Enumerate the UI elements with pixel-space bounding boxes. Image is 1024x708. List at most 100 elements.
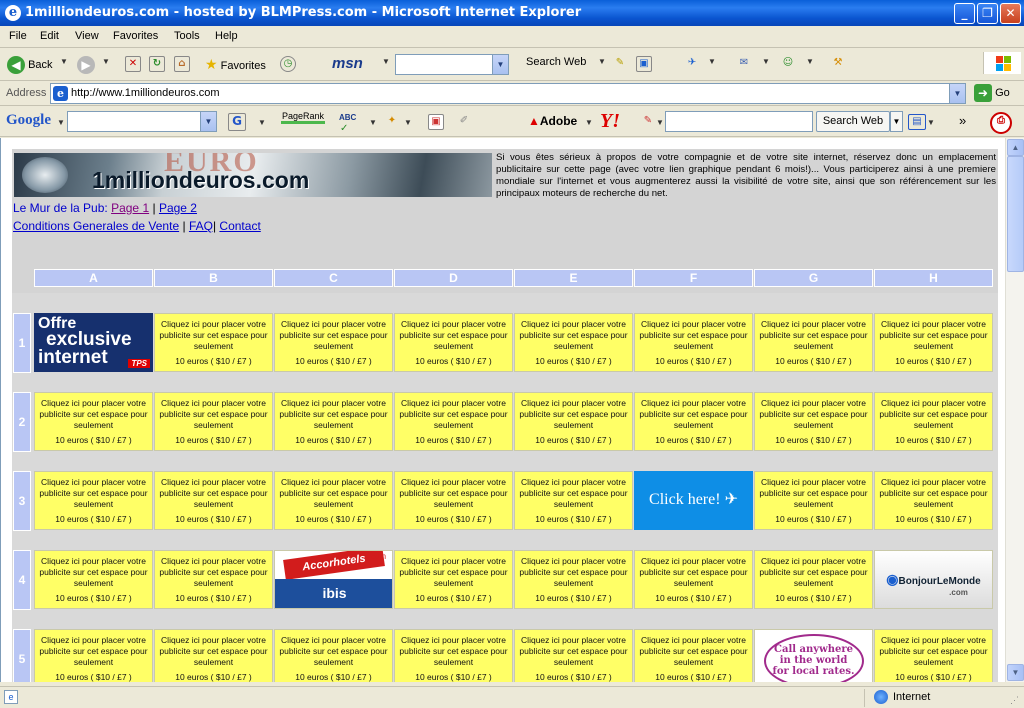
google-search-dropdown-icon[interactable]: ▼ [258,118,266,127]
ad-slot-available[interactable]: Cliquez ici pour placer votre publicite … [394,550,513,609]
ad-slot-available[interactable]: Cliquez ici pour placer votre publicite … [274,313,393,372]
ad-slot-available[interactable]: Cliquez ici pour placer votre publicite … [34,471,153,530]
spellcheck-dropdown-icon[interactable]: ▼ [369,118,377,127]
faq-link[interactable]: FAQ [189,219,213,233]
cgv-link[interactable]: Conditions Generales de Vente [13,219,179,233]
ad-offre-exclusive[interactable]: Offre exclusive internet TPS [34,313,153,372]
yahoo-search-dropdown-icon[interactable]: ▼ [890,111,903,132]
ad-call-anywhere[interactable]: Call anywhere in the world for local rat… [754,629,873,682]
page-2-link[interactable]: Page 2 [159,201,197,215]
ad-slot-available[interactable]: Cliquez ici pour placer votre publicite … [874,471,993,530]
layout-dropdown-icon[interactable]: ▼ [927,118,935,127]
ad-slot-available[interactable]: Cliquez ici pour placer votre publicite … [34,392,153,451]
autofill-icon[interactable]: ✦ [384,114,400,130]
ad-slot-available[interactable]: Cliquez ici pour placer votre publicite … [874,629,993,682]
ad-slot-available[interactable]: Cliquez ici pour placer votre publicite … [154,392,273,451]
favorites-button[interactable]: ★ Favorites [205,56,266,73]
ad-slot-available[interactable]: Cliquez ici pour placer votre publicite … [514,471,633,530]
mail-dropdown-icon[interactable]: ▼ [762,57,770,66]
address-dropdown-icon[interactable]: ▼ [949,84,965,103]
contact-link[interactable]: Contact [219,219,260,233]
ad-bonjourlemonde[interactable]: ◉BonjourLeMonde .com [874,550,993,609]
messenger-dropdown-icon[interactable]: ▼ [806,57,814,66]
menu-edit[interactable]: Edit [40,30,59,42]
ad-slot-available[interactable]: Cliquez ici pour placer votre publicite … [514,629,633,682]
msn-search-input[interactable]: ▼ [395,54,509,75]
ad-slot-available[interactable]: Cliquez ici pour placer votre publicite … [634,392,753,451]
address-input[interactable]: e http://www.1milliondeuros.com ▼ [50,83,966,104]
options-icon[interactable]: ✐ [456,114,472,130]
menu-file[interactable]: File [9,30,27,42]
ad-slot-available[interactable]: Cliquez ici pour placer votre publicite … [154,471,273,530]
forward-dropdown-icon[interactable]: ▼ [102,57,110,66]
menu-help[interactable]: Help [215,30,238,42]
ad-slot-available[interactable]: Cliquez ici pour placer votre publicite … [154,629,273,682]
google-menu-dropdown-icon[interactable]: ▼ [57,118,65,127]
ad-accorhotels-ibis[interactable]: Accorhotels .com ibis [274,550,393,609]
ad-slot-available[interactable]: Cliquez ici pour placer votre publicite … [874,392,993,451]
page-1-link[interactable]: Page 1 [111,201,149,215]
yahoo-dropdown-icon[interactable]: ▼ [656,118,664,127]
site-logo-banner[interactable]: EURO 1milliondeuros.com [14,153,492,197]
forward-button[interactable]: ▶ [77,56,95,74]
menu-tools[interactable]: Tools [174,30,200,42]
yahoo-search-input[interactable] [665,111,813,132]
menu-view[interactable]: View [75,30,99,42]
adobe-dropdown-icon[interactable]: ▼ [585,118,593,127]
layout-icon[interactable]: ▤ [908,114,926,130]
ad-slot-available[interactable]: Cliquez ici pour placer votre publicite … [394,471,513,530]
ad-slot-available[interactable]: Cliquez ici pour placer votre publicite … [874,313,993,372]
ad-slot-available[interactable]: Cliquez ici pour placer votre publicite … [34,629,153,682]
mail-icon[interactable]: ✉ [736,56,752,72]
ad-slot-available[interactable]: Cliquez ici pour placer votre publicite … [514,313,633,372]
google-search-icon[interactable]: G [228,113,246,131]
ad-click-here[interactable]: Click here! ✈ [634,471,753,530]
google-search-input[interactable]: ▼ [67,111,217,132]
ad-slot-available[interactable]: Cliquez ici pour placer votre publicite … [154,550,273,609]
ad-slot-available[interactable]: Cliquez ici pour placer votre publicite … [394,629,513,682]
history-icon[interactable]: ◷ [280,56,296,72]
msn-logo[interactable]: msn [332,55,363,72]
ad-slot-available[interactable]: Cliquez ici pour placer votre publicite … [754,392,873,451]
ad-slot-available[interactable]: Cliquez ici pour placer votre publicite … [754,471,873,530]
yahoo-search-web-button[interactable]: Search Web [816,111,890,132]
yahoo-pencil-icon[interactable]: ✎ [640,114,656,130]
ad-slot-available[interactable]: Cliquez ici pour placer votre publicite … [154,313,273,372]
maximize-button[interactable]: ❐ [977,3,998,24]
tools-icon[interactable]: ⚒ [830,56,846,72]
ad-slot-available[interactable]: Cliquez ici pour placer votre publicite … [754,313,873,372]
pushpin-dropdown-icon[interactable]: ▼ [708,57,716,66]
spellcheck-button[interactable]: ABC [339,113,356,122]
minimize-button[interactable]: _ [954,3,975,24]
pdf-icon[interactable]: ⎙ [990,112,1012,134]
stop-icon[interactable]: ✕ [125,56,141,72]
ad-slot-available[interactable]: Cliquez ici pour placer votre publicite … [394,392,513,451]
ad-slot-available[interactable]: Cliquez ici pour placer votre publicite … [274,392,393,451]
ad-slot-available[interactable]: Cliquez ici pour placer votre publicite … [274,471,393,530]
ad-slot-available[interactable]: Cliquez ici pour placer votre publicite … [754,550,873,609]
form-fill-icon[interactable]: ▣ [636,56,652,72]
pushpin-icon[interactable]: ✈ [684,56,700,72]
google-logo[interactable]: Google [6,112,51,129]
autofill-dropdown-icon[interactable]: ▼ [404,118,412,127]
messenger-icon[interactable]: ☺ [780,56,796,72]
yahoo-logo[interactable]: Y! [600,110,620,133]
msn-dropdown-icon[interactable]: ▼ [382,57,390,66]
msn-search-web-button[interactable]: Search Web [526,56,586,68]
highlight-icon[interactable]: ✎ [612,56,628,72]
ad-slot-available[interactable]: Cliquez ici pour placer votre publicite … [514,392,633,451]
close-button[interactable]: ✕ [1000,3,1021,24]
back-button[interactable]: ◀ Back [7,56,53,74]
ad-slot-available[interactable]: Cliquez ici pour placer votre publicite … [394,313,513,372]
go-button[interactable]: ➜ Go [974,84,1010,102]
popup-blocker-icon[interactable]: ▣ [428,114,444,130]
chevron-more-icon[interactable]: » [959,113,966,128]
scroll-down-icon[interactable]: ▼ [1007,664,1024,681]
scroll-up-icon[interactable]: ▲ [1007,139,1024,156]
ad-slot-available[interactable]: Cliquez ici pour placer votre publicite … [634,550,753,609]
vertical-scrollbar[interactable]: ▲ ▼ [1005,138,1024,682]
ad-slot-available[interactable]: Cliquez ici pour placer votre publicite … [514,550,633,609]
menu-favorites[interactable]: Favorites [113,30,158,42]
search-web-dropdown-icon[interactable]: ▼ [598,57,606,66]
ad-slot-available[interactable]: Cliquez ici pour placer votre publicite … [34,550,153,609]
